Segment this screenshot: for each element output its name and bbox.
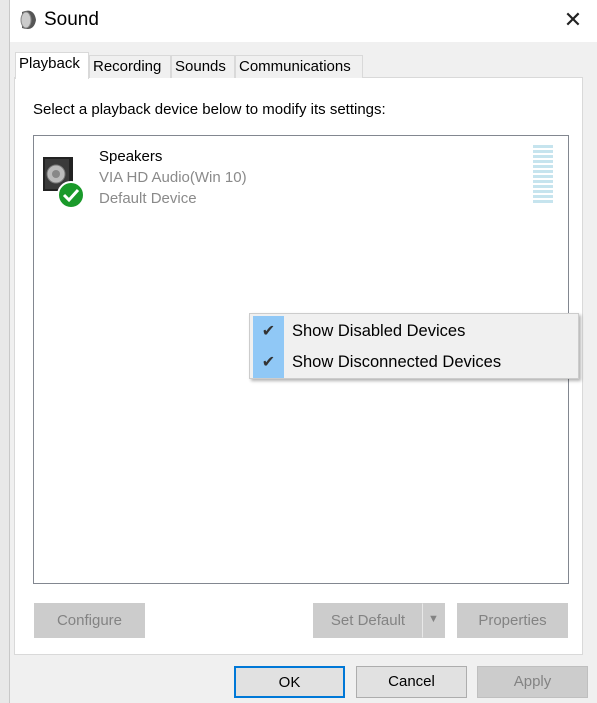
properties-button[interactable]: Properties (457, 603, 568, 638)
set-default-dropdown[interactable]: ▼ (422, 603, 445, 638)
background-window (0, 0, 10, 703)
checkmark-icon: ✔ (253, 347, 284, 378)
sound-app-icon (20, 10, 36, 29)
default-check-icon (57, 181, 85, 209)
menu-item-label: Show Disabled Devices (292, 322, 466, 340)
menu-item-label: Show Disconnected Devices (292, 353, 502, 371)
device-driver: VIA HD Audio(Win 10) (99, 169, 247, 186)
close-icon[interactable]: ✕ (558, 6, 588, 34)
volume-level-meter (533, 145, 553, 205)
window-title: Sound (44, 9, 99, 30)
apply-button[interactable]: Apply (477, 666, 588, 698)
tab-recording[interactable]: Recording (89, 55, 171, 78)
tab-sounds[interactable]: Sounds (171, 55, 235, 78)
ok-button[interactable]: OK (234, 666, 345, 698)
configure-button[interactable]: Configure (34, 603, 145, 638)
checkmark-icon: ✔ (253, 316, 284, 347)
menu-item-show-disconnected[interactable]: ✔ Show Disconnected Devices (250, 347, 578, 378)
menu-item-show-disabled[interactable]: ✔ Show Disabled Devices (250, 316, 578, 347)
device-item-speakers[interactable] (42, 150, 92, 212)
device-status: Default Device (99, 190, 197, 207)
context-menu: ✔ Show Disabled Devices ✔ Show Disconnec… (249, 313, 579, 379)
set-default-button[interactable]: Set Default (313, 603, 422, 638)
speaker-icon (43, 157, 85, 209)
tab-communications[interactable]: Communications (235, 55, 363, 78)
device-name: Speakers (99, 148, 163, 165)
chevron-down-icon: ▼ (428, 613, 439, 625)
tab-playback[interactable]: Playback (15, 52, 89, 79)
instruction-text: Select a playback device below to modify… (33, 101, 386, 118)
cancel-button[interactable]: Cancel (356, 666, 467, 698)
